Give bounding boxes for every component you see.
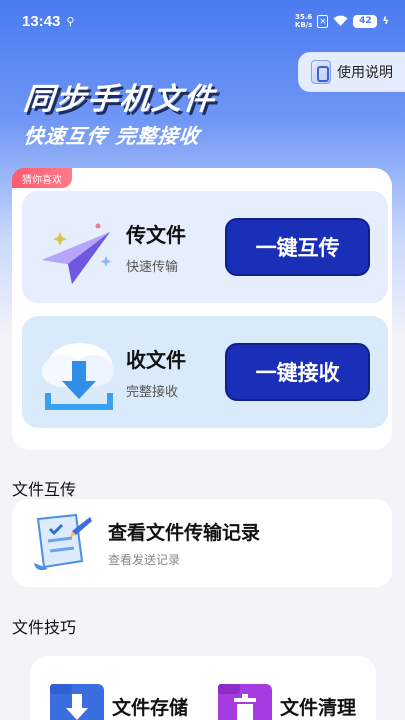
tip-file-cleanup[interactable]: 文件清理 [218,684,356,720]
folder-download-icon [50,684,104,720]
receive-file-title: 收文件 [126,348,186,372]
folder-trash-icon [218,684,272,720]
scroll-checklist-icon [26,511,94,575]
send-file-panel[interactable]: 传文件 快速传输 一键互传 [22,191,388,303]
receive-file-panel[interactable]: 收文件 完整接收 一键接收 [22,316,388,428]
send-file-desc: 快速传输 [126,260,179,275]
cloud-download-icon [32,327,122,417]
section-file-transfer: 文件互传 [12,480,77,499]
section-file-tips: 文件技巧 [12,618,77,637]
receive-file-desc: 完整接收 [126,385,179,400]
usage-guide-label: 使用说明 [337,65,393,81]
transfer-record-card[interactable]: 查看文件传输记录 查看发送记录 [12,499,392,587]
send-file-title: 传文件 [126,223,186,247]
sim-icon: ✕ [317,14,329,28]
paper-plane-icon [32,202,122,292]
record-card-desc: 查看发送记录 [108,553,181,567]
battery-icon: 42 [353,14,378,28]
usage-guide-button[interactable]: 使用说明 [298,52,405,92]
status-time: 13:43 [22,12,61,30]
favorite-tag: 猜你喜欢 [12,168,72,188]
tip-file-cleanup-label: 文件清理 [280,696,357,719]
hero-title: 同步手机文件 [21,82,218,117]
charging-icon: ϟ [382,15,389,27]
record-card-title: 查看文件传输记录 [108,522,261,544]
one-click-transfer-button[interactable]: 一键互传 [225,218,370,276]
status-icons: 35.6 KB/s ✕ 42 ϟ [295,13,389,29]
usb-icon: ⚲ [66,14,75,28]
tip-file-storage-label: 文件存储 [112,696,189,719]
net-speed-unit: KB/s [294,21,313,29]
status-bar: 13:43 ⚲ 35.6 KB/s ✕ 42 ϟ [0,0,405,42]
guide-book-icon [311,60,331,84]
net-speed-value: 35.6 [295,13,313,21]
one-click-receive-button[interactable]: 一键接收 [225,343,370,401]
tip-file-storage[interactable]: 文件存储 [50,684,188,720]
hero-subtitle: 快速互传 完整接收 [22,124,202,148]
wifi-icon [333,15,348,26]
net-speed: 35.6 KB/s [295,13,312,29]
